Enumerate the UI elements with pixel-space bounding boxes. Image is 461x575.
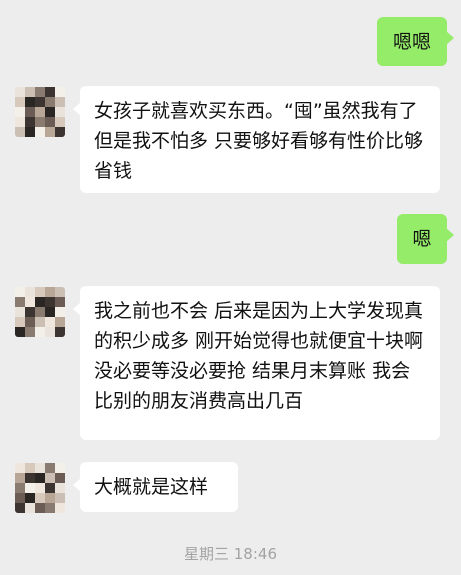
- pixelated-avatar-icon: [55, 107, 65, 117]
- contact-avatar[interactable]: [15, 87, 65, 137]
- pixelated-avatar-icon: [55, 463, 65, 473]
- pixelated-avatar-icon: [35, 127, 45, 137]
- pixelated-avatar-icon: [55, 503, 65, 513]
- pixelated-avatar-icon: [35, 483, 45, 493]
- pixelated-avatar-icon: [55, 117, 65, 127]
- pixelated-avatar-icon: [25, 483, 35, 493]
- pixelated-avatar-icon: [45, 327, 55, 337]
- pixelated-avatar-icon: [15, 493, 25, 503]
- pixelated-avatar-icon: [55, 317, 65, 327]
- pixelated-avatar-icon: [45, 107, 55, 117]
- pixelated-avatar-icon: [15, 117, 25, 127]
- pixelated-avatar-icon: [25, 127, 35, 137]
- pixelated-avatar-icon: [45, 493, 55, 503]
- pixelated-avatar-icon: [55, 127, 65, 137]
- pixelated-avatar-icon: [15, 297, 25, 307]
- pixelated-avatar-icon: [15, 287, 25, 297]
- pixelated-avatar-icon: [35, 327, 45, 337]
- pixelated-avatar-icon: [55, 473, 65, 483]
- pixelated-avatar-icon: [45, 127, 55, 137]
- pixelated-avatar-icon: [35, 307, 45, 317]
- pixelated-avatar-icon: [15, 503, 25, 513]
- pixelated-avatar-icon: [35, 503, 45, 513]
- pixelated-avatar-icon: [25, 297, 35, 307]
- pixelated-avatar-icon: [25, 107, 35, 117]
- pixelated-avatar-icon: [15, 307, 25, 317]
- contact-avatar[interactable]: [15, 463, 65, 513]
- pixelated-avatar-icon: [45, 297, 55, 307]
- pixelated-avatar-icon: [25, 327, 35, 337]
- pixelated-avatar-icon: [15, 483, 25, 493]
- message-bubble-outgoing[interactable]: 嗯嗯: [377, 17, 454, 66]
- pixelated-avatar-icon: [45, 287, 55, 297]
- pixelated-avatar-icon: [35, 87, 45, 97]
- pixelated-avatar-icon: [25, 287, 35, 297]
- pixelated-avatar-icon: [25, 87, 35, 97]
- pixelated-avatar-icon: [55, 493, 65, 503]
- pixelated-avatar-icon: [35, 97, 45, 107]
- pixelated-avatar-icon: [55, 87, 65, 97]
- pixelated-avatar-icon: [25, 97, 35, 107]
- pixelated-avatar-icon: [15, 463, 25, 473]
- message-bubble-incoming[interactable]: 我之前也不会 后来是因为上大学发现真的积少成多 刚开始觉得也就便宜十块啊没必要等…: [73, 286, 440, 440]
- message-bubble-incoming[interactable]: 大概就是这样: [73, 462, 238, 512]
- pixelated-avatar-icon: [25, 503, 35, 513]
- pixelated-avatar-icon: [35, 107, 45, 117]
- pixelated-avatar-icon: [25, 493, 35, 503]
- pixelated-avatar-icon: [35, 317, 45, 327]
- pixelated-avatar-icon: [35, 117, 45, 127]
- pixelated-avatar-icon: [25, 307, 35, 317]
- pixelated-avatar-icon: [35, 287, 45, 297]
- pixelated-avatar-icon: [55, 327, 65, 337]
- pixelated-avatar-icon: [55, 97, 65, 107]
- pixelated-avatar-icon: [35, 297, 45, 307]
- pixelated-avatar-icon: [45, 317, 55, 327]
- pixelated-avatar-icon: [15, 473, 25, 483]
- pixelated-avatar-icon: [45, 307, 55, 317]
- pixelated-avatar-icon: [15, 327, 25, 337]
- pixelated-avatar-icon: [35, 493, 45, 503]
- pixelated-avatar-icon: [15, 97, 25, 107]
- chat-view: 嗯嗯 女孩子就喜欢买东西。“囤”虽然我有了 但是我不怕多 只要够好看够有性价比够…: [0, 0, 461, 575]
- pixelated-avatar-icon: [45, 483, 55, 493]
- message-bubble-incoming[interactable]: 女孩子就喜欢买东西。“囤”虽然我有了 但是我不怕多 只要够好看够有性价比够省钱: [73, 86, 440, 193]
- pixelated-avatar-icon: [15, 127, 25, 137]
- pixelated-avatar-icon: [55, 307, 65, 317]
- pixelated-avatar-icon: [25, 117, 35, 127]
- pixelated-avatar-icon: [45, 117, 55, 127]
- pixelated-avatar-icon: [45, 503, 55, 513]
- pixelated-avatar-icon: [35, 473, 45, 483]
- pixelated-avatar-icon: [55, 287, 65, 297]
- pixelated-avatar-icon: [45, 87, 55, 97]
- pixelated-avatar-icon: [45, 97, 55, 107]
- pixelated-avatar-icon: [35, 463, 45, 473]
- timestamp-divider: 星期三 18:46: [184, 545, 277, 563]
- pixelated-avatar-icon: [55, 297, 65, 307]
- message-bubble-outgoing[interactable]: 嗯: [397, 214, 454, 264]
- pixelated-avatar-icon: [15, 317, 25, 327]
- pixelated-avatar-icon: [45, 473, 55, 483]
- pixelated-avatar-icon: [15, 87, 25, 97]
- pixelated-avatar-icon: [25, 473, 35, 483]
- contact-avatar[interactable]: [15, 287, 65, 337]
- pixelated-avatar-icon: [25, 463, 35, 473]
- pixelated-avatar-icon: [45, 463, 55, 473]
- pixelated-avatar-icon: [55, 483, 65, 493]
- pixelated-avatar-icon: [15, 107, 25, 117]
- pixelated-avatar-icon: [25, 317, 35, 327]
